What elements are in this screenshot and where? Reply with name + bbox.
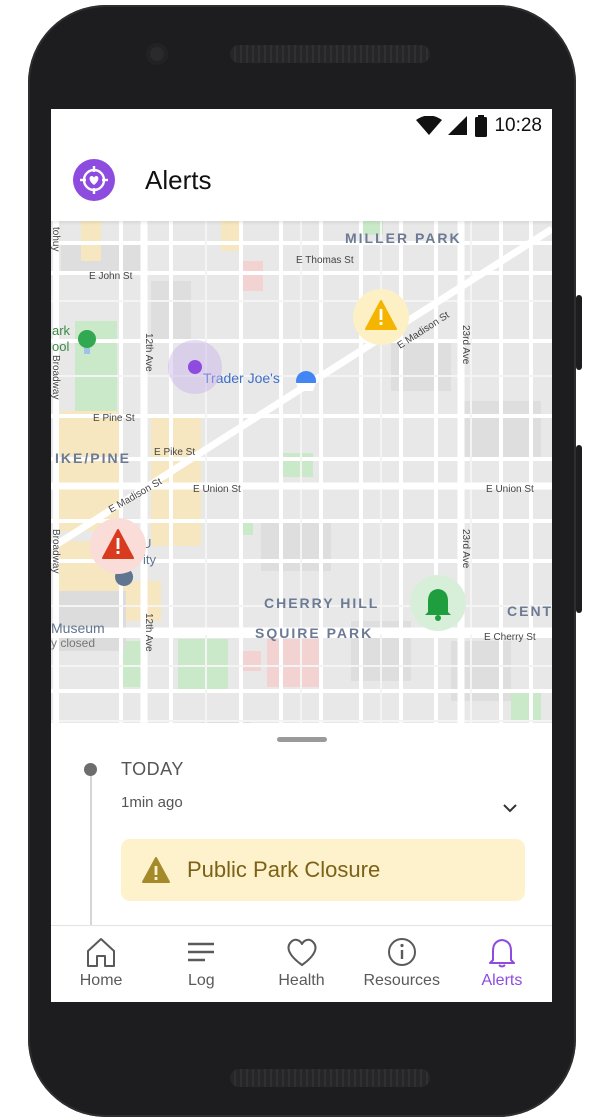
map-label-e-thomas: E Thomas St [296, 255, 354, 266]
nav-label-home: Home [79, 972, 123, 989]
front-camera [146, 43, 168, 65]
nav-item-health[interactable]: Health [251, 926, 351, 1002]
warning-marker-red[interactable] [90, 518, 146, 574]
status-time: 10:28 [494, 115, 542, 136]
screen: 10:28 Alerts MILLER PARK IKE/PINE CHERRY… [51, 109, 552, 1002]
timeline-time: 1min ago [121, 794, 183, 811]
map-label-museum: Museum [51, 620, 105, 636]
status-bar: 10:28 [51, 109, 552, 143]
nav-label-log: Log [187, 972, 215, 989]
map-label-e-union-east: E Union St [486, 484, 534, 495]
map-label-23rd-ave: 23rd Ave [460, 325, 471, 365]
bottom-nav: Home Log Health Resources Alerts [51, 925, 552, 1002]
nav-label-alerts: Alerts [481, 972, 523, 989]
chevron-down-icon [503, 804, 517, 813]
nav-item-resources[interactable]: Resources [352, 926, 452, 1002]
home-icon [87, 938, 116, 967]
wifi-icon [416, 116, 443, 135]
alert-title: Public Park Closure [187, 857, 381, 882]
battery-icon [475, 115, 488, 137]
volume-button [576, 295, 582, 370]
nav-label-health: Health [278, 972, 325, 989]
park-pin-icon [78, 330, 96, 348]
map-label-e-pine: E Pine St [93, 413, 135, 424]
map-label-23rd-ave-south: 23rd Ave [460, 529, 471, 569]
nav-item-home[interactable]: Home [51, 926, 151, 1002]
nav-item-alerts[interactable]: Alerts [452, 926, 552, 1002]
map-label-closed: y closed [51, 636, 95, 650]
expand-button[interactable] [499, 797, 521, 819]
map-label-broadway-south: Broadway [51, 529, 61, 573]
signal-icon [448, 116, 468, 135]
earpiece-speaker [230, 45, 430, 63]
map-label-e-cherry: E Cherry St [484, 632, 536, 643]
bell-marker-green[interactable] [410, 575, 466, 631]
map-label-miller-park: MILLER PARK [345, 230, 462, 246]
timeline-section-label: TODAY [121, 759, 184, 779]
bell-icon [488, 939, 515, 968]
crosshair-heart-icon [80, 166, 108, 194]
map-label-park-1: ark [52, 323, 71, 338]
power-button [576, 445, 582, 613]
bottom-speaker [230, 1069, 430, 1087]
map-label-e-pike: E Pike St [154, 447, 195, 458]
heart-icon [287, 938, 316, 966]
map-label-pike-pine: IKE/PINE [55, 450, 131, 466]
alert-card[interactable]: Public Park Closure [121, 839, 525, 901]
sheet-drag-handle[interactable] [277, 737, 327, 742]
log-icon [188, 942, 215, 962]
app-bar: Alerts [51, 143, 552, 221]
map-label-squire-park: SQUIRE PARK [255, 625, 373, 641]
map-label-12th-ave-south: 12th Ave [143, 613, 154, 652]
map-label-e-union: E Union St [193, 484, 241, 495]
nav-item-log[interactable]: Log [151, 926, 251, 1002]
map-label-cent: CENT [507, 603, 552, 619]
location-dot[interactable] [188, 360, 202, 374]
map-label-edge: tohuy [51, 227, 61, 251]
map-label-park-2: ool [52, 339, 69, 354]
alerts-sheet: TODAY 1min ago Public Park Closure [51, 723, 552, 943]
info-icon [387, 938, 416, 966]
map-label-12th-ave: 12th Ave [143, 333, 154, 372]
nav-label-resources: Resources [363, 972, 440, 989]
page-title: Alerts [145, 165, 212, 195]
timeline-dot [84, 763, 97, 776]
map-label-broadway: Broadway [51, 355, 61, 399]
app-logo[interactable] [73, 159, 115, 201]
map-label-cherry-hill: CHERRY HILL [264, 595, 379, 611]
warning-icon [142, 857, 170, 883]
timeline-line [90, 773, 92, 943]
map-label-e-john: E John St [89, 271, 133, 282]
map-label-university-2: ity [143, 552, 157, 567]
warning-marker-yellow[interactable] [353, 289, 409, 345]
